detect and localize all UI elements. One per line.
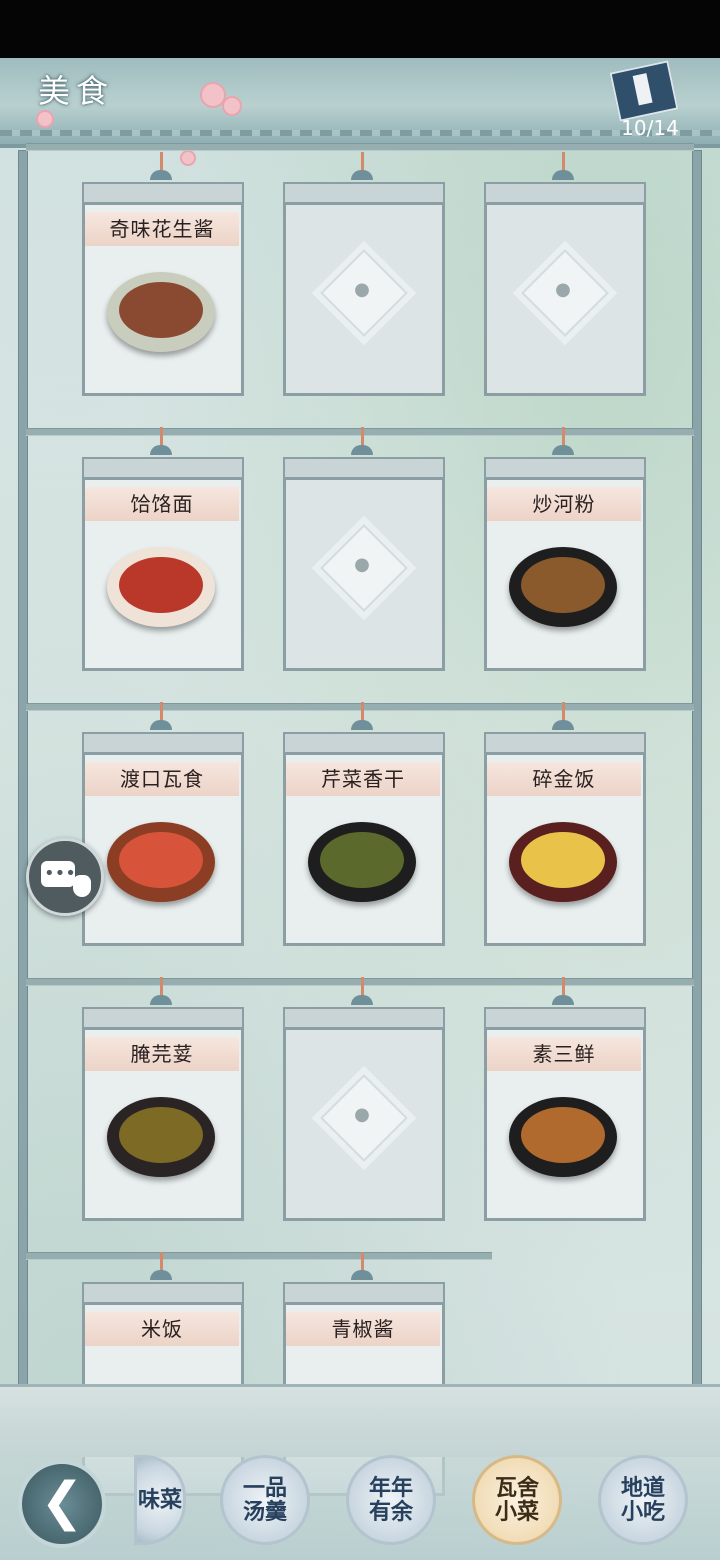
card-rail: [484, 732, 646, 754]
card-rail: [484, 457, 646, 479]
card-rail: [82, 457, 244, 479]
tab-category[interactable]: 年年有余: [346, 1455, 436, 1545]
dish-food: [119, 282, 203, 338]
recipe-name: 腌芫荽: [85, 1037, 239, 1071]
shelf-plank: [26, 428, 694, 436]
recipe-name: 米饭: [85, 1312, 239, 1346]
blossom-decoration: [36, 110, 54, 128]
blossom-decoration: [222, 96, 242, 116]
tab-category[interactable]: 一品汤羹: [220, 1455, 310, 1545]
tab-label: 年年有余: [368, 1475, 413, 1525]
fried-noodles-dish-icon: [509, 547, 617, 627]
tab-label: 味菜: [137, 1487, 182, 1513]
peanut-sauce-dish-icon: [107, 272, 215, 352]
recipe-name: 素三鲜: [487, 1037, 641, 1071]
card-rail: [484, 1007, 646, 1029]
chat-dots: •••: [44, 863, 76, 884]
lock-icon: ●: [354, 279, 370, 300]
card-rail: [82, 182, 244, 204]
card-rail: [283, 732, 445, 754]
shelf-plank: [26, 143, 694, 151]
recipe-card-locked[interactable]: ●: [283, 152, 445, 396]
recipe-name: 碎金饭: [487, 762, 641, 796]
card-rail: [82, 1282, 244, 1304]
lock-icon: ●: [354, 554, 370, 575]
recipe-name: 芹菜香干: [286, 762, 440, 796]
shelf-plank: [26, 1252, 492, 1260]
recipe-card[interactable]: 碎金饭: [484, 702, 646, 946]
recipe-name: 青椒酱: [286, 1312, 440, 1346]
recipe-card[interactable]: 奇味花生酱: [82, 152, 244, 396]
dish-food: [521, 832, 605, 888]
pickled-coriander-bowl-icon: [107, 1097, 215, 1177]
recipe-card[interactable]: 芹菜香干: [283, 702, 445, 946]
tab-label: 地道小吃: [620, 1475, 665, 1525]
status-bar: [0, 0, 720, 58]
back-arrow-icon: ❮: [40, 1472, 84, 1532]
noodle-soup-dish-icon: [107, 547, 215, 627]
dish-food: [119, 557, 203, 613]
card-rail: [283, 1282, 445, 1304]
collection-progress: 10/14: [621, 116, 679, 140]
recipe-card[interactable]: 炒河粉: [484, 427, 646, 671]
tab-category-active[interactable]: 瓦舍小菜: [472, 1455, 562, 1545]
recipe-card[interactable]: 腌芫荽: [82, 977, 244, 1221]
recipe-name: 饸饹面: [85, 487, 239, 521]
tab-label: 一品汤羹: [242, 1475, 287, 1525]
tab-category[interactable]: 地道小吃: [598, 1455, 688, 1545]
page-title: 美食: [38, 72, 115, 110]
card-rail: [283, 1007, 445, 1029]
card-rail: [283, 182, 445, 204]
fried-rice-bowl-icon: [509, 822, 617, 902]
card-rail: [283, 457, 445, 479]
recipe-name: 渡口瓦食: [85, 762, 239, 796]
tab-label: 瓦舍小菜: [494, 1475, 539, 1525]
dish-food: [119, 1107, 203, 1163]
dish-food: [521, 557, 605, 613]
recipe-card-locked[interactable]: ●: [283, 427, 445, 671]
recipe-card[interactable]: 素三鲜: [484, 977, 646, 1221]
recipe-card-locked[interactable]: ●: [283, 977, 445, 1221]
lock-icon: ●: [354, 1104, 370, 1125]
lock-icon: ●: [555, 279, 571, 300]
recipe-card[interactable]: 饸饹面: [82, 427, 244, 671]
dish-food: [521, 1107, 605, 1163]
card-rail: [82, 1007, 244, 1029]
recipe-card-locked[interactable]: ●: [484, 152, 646, 396]
shelf-plank: [26, 703, 694, 711]
celery-tofu-dish-icon: [308, 822, 416, 902]
shelf-plank: [26, 978, 694, 986]
recipe-name: 奇味花生酱: [85, 212, 239, 246]
shelf-frame-left: [18, 150, 28, 1442]
recipe-name: 炒河粉: [487, 487, 641, 521]
dish-food: [119, 832, 203, 888]
back-button[interactable]: ❮: [18, 1460, 106, 1548]
card-rail: [82, 732, 244, 754]
three-delicacies-dish-icon: [509, 1097, 617, 1177]
shelf-frame-right: [692, 150, 702, 1442]
recipe-card[interactable]: 渡口瓦食: [82, 702, 244, 946]
dish-food: [320, 832, 404, 888]
blossom-decoration: [180, 150, 196, 166]
card-rail: [484, 182, 646, 204]
clay-pot-dish-icon: [107, 822, 215, 902]
chat-button[interactable]: •••: [26, 838, 104, 916]
gourd-icon: [73, 875, 91, 897]
